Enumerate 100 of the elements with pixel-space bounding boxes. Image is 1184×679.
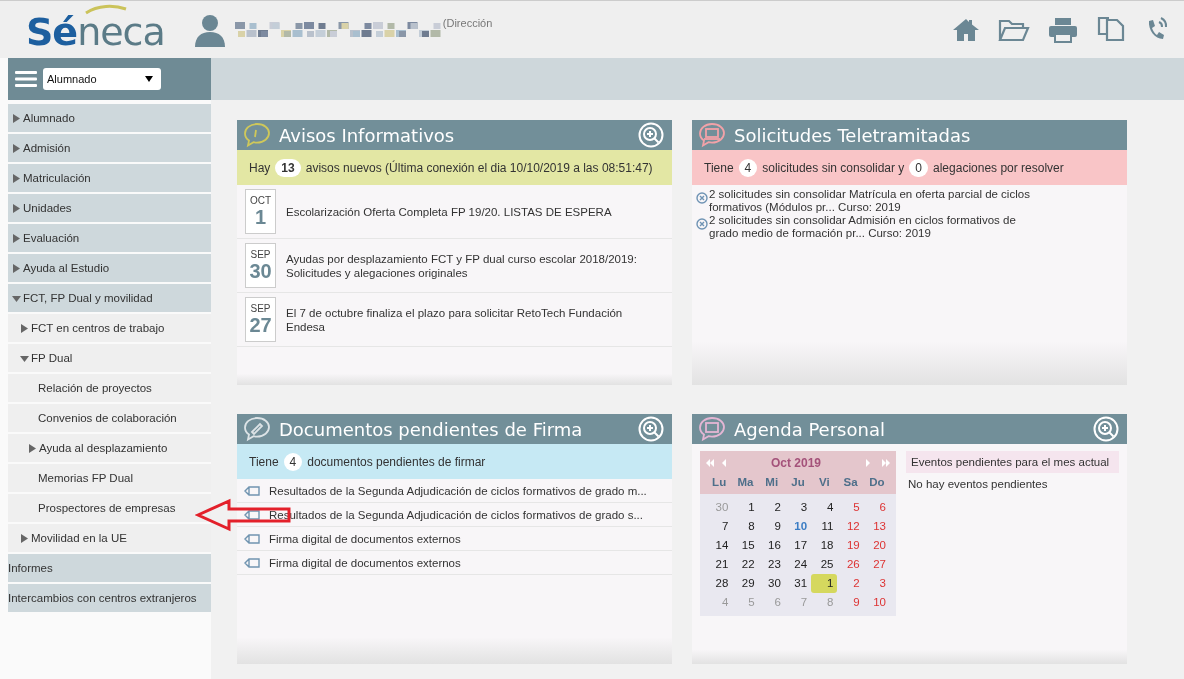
- notice-link[interactable]: El 7 de octubre finaliza el plazo para solicitar RetoTech Fundación Endesa: [286, 305, 664, 334]
- sidebar-item[interactable]: FCT, FP Dual y movilidad: [8, 284, 211, 312]
- home-icon[interactable]: [952, 17, 980, 42]
- calendar-day[interactable]: 6: [863, 498, 890, 517]
- sidebar-item[interactable]: Memorias FP Dual: [8, 464, 211, 492]
- zoom-in-icon[interactable]: [1093, 416, 1119, 442]
- caret-right-icon: [12, 173, 21, 183]
- request-link[interactable]: 2 solicitudes sin consolidar Admisión en ciclos formativos de grado medio de formación pr... Curso: 2019: [709, 214, 1036, 240]
- notice-link[interactable]: Escolarización Oferta Completa FP 19/20. LISTAS DE ESPERA: [286, 204, 612, 219]
- document-link[interactable]: Firma digital de documentos externos: [269, 532, 461, 545]
- weekday-label: Lu: [711, 475, 728, 490]
- sidebar-item[interactable]: FP Dual: [8, 344, 211, 372]
- weekday-label: Ma: [736, 475, 755, 490]
- date-badge: OCT 1: [245, 189, 276, 234]
- zoom-in-icon[interactable]: [638, 416, 664, 442]
- calendar-day[interactable]: 3: [784, 498, 812, 517]
- caret-right-icon: [12, 113, 21, 123]
- module-select[interactable]: Alumnado: [43, 68, 161, 90]
- sidebar-item[interactable]: Ayuda al desplazamiento: [8, 434, 211, 462]
- summary-text: avisos nuevos (Última conexión el dia 10/10/2019 a las 08:51:47): [305, 160, 653, 175]
- sidebar-item[interactable]: Unidades: [8, 194, 211, 222]
- date-badge: SEP 27: [245, 297, 276, 342]
- calendar-day[interactable]: 7: [706, 517, 733, 536]
- calendar-day[interactable]: 8: [732, 517, 759, 536]
- sidebar-item[interactable]: Admisión: [8, 134, 211, 162]
- empty-message: No hay eventos pendientes: [907, 477, 1049, 492]
- calendar-day[interactable]: 3: [863, 574, 890, 593]
- weekday-label: Sa: [842, 475, 859, 490]
- calendar-day[interactable]: 4: [811, 498, 838, 517]
- calendar-day[interactable]: 11: [811, 517, 838, 536]
- calendar-day[interactable]: 1: [811, 574, 838, 593]
- month-label: Oct 2019: [770, 456, 821, 470]
- caret-right-icon: [20, 533, 29, 543]
- sidebar-item[interactable]: Informes: [8, 554, 211, 582]
- summary-text: solicitudes sin consolidar y: [762, 160, 905, 175]
- calendar-day[interactable]: 17: [784, 536, 812, 555]
- calendar-day[interactable]: 10: [863, 593, 890, 612]
- calendar-day[interactable]: 30: [758, 574, 785, 593]
- caret-right-icon: [12, 263, 21, 273]
- menu-icon[interactable]: [15, 69, 37, 89]
- summary-text: alegaciones por resolver: [933, 160, 1064, 175]
- calendar-day[interactable]: 27: [863, 555, 890, 574]
- sidebar-item[interactable]: Alumnado: [8, 104, 211, 132]
- document-link[interactable]: Firma digital de documentos externos: [269, 556, 461, 569]
- sidebar-item[interactable]: Relación de proyectos: [8, 374, 211, 402]
- calendar-day[interactable]: 22: [732, 555, 759, 574]
- panel-title: Documentos pendientes de Firma: [279, 418, 583, 440]
- calendar-day[interactable]: 2: [837, 574, 864, 593]
- calendar-day[interactable]: 2: [758, 498, 785, 517]
- sidebar-item[interactable]: Matriculación: [8, 164, 211, 192]
- calendar-day[interactable]: 9: [758, 517, 785, 536]
- request-link[interactable]: 2 solicitudes sin consolidar Matrícula en oferta parcial de ciclos formativos (Módulos pr... Curso: 2019: [709, 188, 1036, 214]
- count-badge: 4: [283, 452, 303, 471]
- calendar-day[interactable]: 23: [758, 555, 785, 574]
- calendar-day[interactable]: 16: [758, 536, 785, 555]
- sidebar-item[interactable]: FCT en centros de trabajo: [8, 314, 211, 342]
- calendar-day[interactable]: 31: [784, 574, 812, 593]
- calendar-day[interactable]: 24: [784, 555, 812, 574]
- calendar-day[interactable]: 1: [732, 498, 759, 517]
- folder-icon[interactable]: [998, 17, 1030, 42]
- calendar-day[interactable]: 10: [784, 517, 812, 536]
- user-role: (Dirección: [442, 16, 493, 29]
- sidebar-item[interactable]: Intercambios con centros extranjeros: [8, 584, 211, 612]
- calendar-day[interactable]: 5: [837, 498, 864, 517]
- sidebar-item[interactable]: Movilidad en la UE: [8, 524, 211, 552]
- calendar-day[interactable]: 20: [863, 536, 890, 555]
- calendar-day[interactable]: 19: [837, 536, 864, 555]
- calendar-day[interactable]: 9: [837, 593, 864, 612]
- sidebar-item[interactable]: Prospectores de empresas: [8, 494, 211, 522]
- caret-right-icon: [20, 323, 29, 333]
- summary-text: Tiene: [704, 160, 734, 175]
- info-bubble-icon: [243, 122, 271, 148]
- calendar-day[interactable]: 12: [837, 517, 864, 536]
- sidebar-item[interactable]: Evaluación: [8, 224, 211, 252]
- panel-title: Avisos Informativos: [279, 124, 455, 146]
- notice-link[interactable]: Ayudas por desplazamiento FCT y FP dual curso escolar 2018/2019: Solicitudes y alegaciones originales: [286, 251, 664, 280]
- caret-icon: [145, 76, 153, 82]
- calendar-day[interactable]: 25: [811, 555, 838, 574]
- weekday-label: Do: [868, 475, 886, 490]
- summary-text: documentos pendientes de firmar: [307, 454, 486, 469]
- calendar-day[interactable]: 15: [732, 536, 759, 555]
- calendar-day[interactable]: 29: [732, 574, 759, 593]
- sidebar-item[interactable]: Ayuda al Estudio: [8, 254, 211, 282]
- calendar-day[interactable]: 28: [706, 574, 733, 593]
- close-circle-icon: [696, 218, 708, 230]
- calendar-day[interactable]: 26: [837, 555, 864, 574]
- document-link[interactable]: Resultados de la Segunda Adjudicación de ciclos formativos de grado m...: [269, 484, 647, 497]
- calendar-day[interactable]: 13: [863, 517, 890, 536]
- weekday-label: Mi: [764, 475, 780, 490]
- logo: Séneca: [26, 2, 167, 57]
- copy-icon[interactable]: [1096, 15, 1126, 44]
- caret-right-icon: [28, 443, 37, 453]
- summary-text: Hay: [249, 160, 271, 175]
- laptop-bubble-icon: [698, 122, 726, 148]
- zoom-in-icon[interactable]: [638, 122, 664, 148]
- calendar-day[interactable]: 21: [706, 555, 733, 574]
- calendar-day[interactable]: 14: [706, 536, 733, 555]
- sidebar-item[interactable]: Convenios de colaboración: [8, 404, 211, 432]
- calendar-day[interactable]: 18: [811, 536, 838, 555]
- printer-icon[interactable]: [1048, 16, 1078, 43]
